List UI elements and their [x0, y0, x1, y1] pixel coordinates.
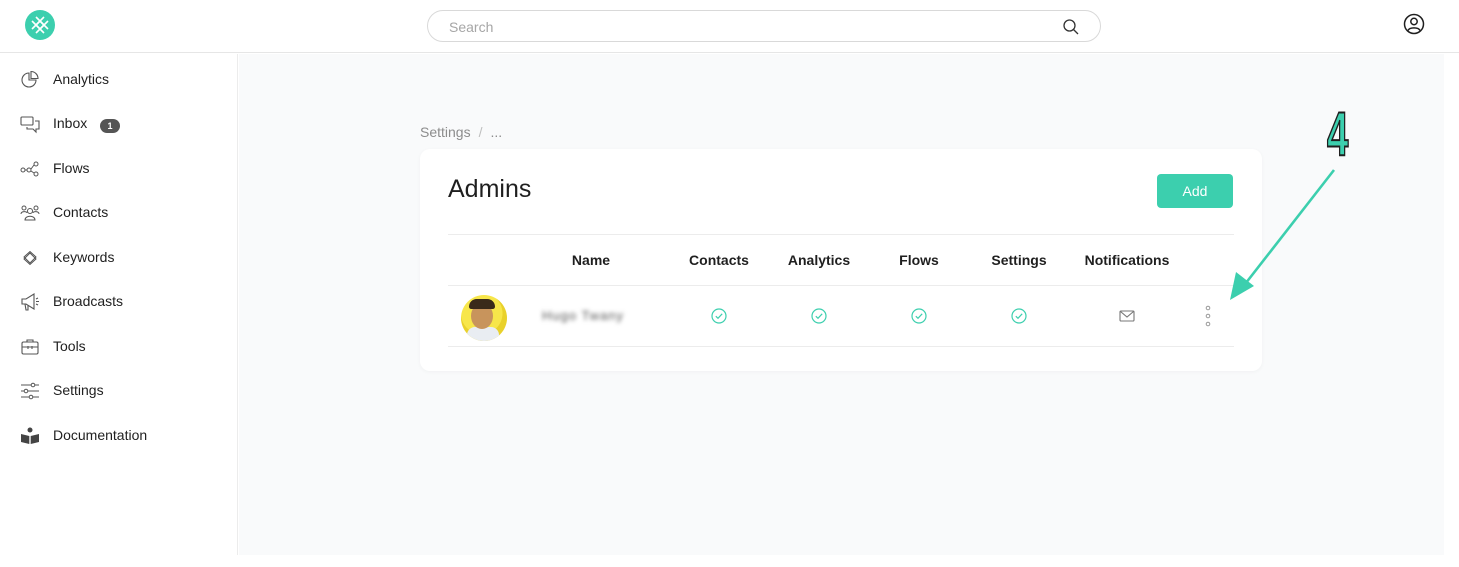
user-account-icon[interactable]: [1403, 13, 1425, 35]
sidebar-item-label: Settings: [53, 382, 104, 398]
contacts-icon: [20, 205, 40, 221]
sidebar: Analytics Inbox 1 Flows Contacts Keyword…: [0, 54, 238, 555]
table-row: Hugo Twany: [448, 286, 1234, 347]
column-header-contacts: Contacts: [689, 252, 749, 268]
column-header-name: Name: [571, 252, 611, 268]
column-header-flows: Flows: [899, 252, 939, 268]
breadcrumb-settings-link[interactable]: Settings: [420, 124, 471, 140]
page-title: Admins: [448, 175, 532, 203]
sidebar-item-contacts[interactable]: Contacts: [0, 193, 238, 233]
admin-name: Hugo Twany: [542, 308, 625, 323]
sidebar-item-label: Inbox: [53, 115, 88, 131]
sidebar-item-label: Broadcasts: [53, 293, 124, 309]
search-icon[interactable]: [1062, 18, 1080, 36]
admins-card: Admins Add Name Contacts Analytics Flows…: [420, 149, 1262, 371]
app-logo-icon[interactable]: [24, 9, 56, 41]
megaphone-icon: [21, 293, 39, 311]
avatar: [461, 295, 507, 341]
sidebar-item-flows[interactable]: Flows: [0, 149, 238, 189]
flows-icon: [20, 161, 39, 177]
top-header: [0, 0, 1459, 53]
book-reader-icon: [21, 427, 39, 444]
sidebar-item-label: Keywords: [53, 249, 115, 265]
envelope-icon: [1119, 310, 1135, 322]
sidebar-item-label: Analytics: [53, 71, 110, 87]
breadcrumb-current: ...: [490, 124, 503, 140]
column-header-notifications: Notifications: [1084, 252, 1170, 268]
sidebar-item-label: Flows: [53, 160, 90, 176]
inbox-count-badge: 1: [100, 119, 120, 133]
check-circle-icon: [811, 308, 827, 324]
check-circle-icon: [1011, 308, 1027, 324]
breadcrumb: Settings /...: [420, 124, 502, 140]
sidebar-item-analytics[interactable]: Analytics: [0, 60, 238, 100]
sidebar-item-label: Tools: [53, 338, 86, 354]
chat-icon: [20, 116, 40, 134]
sidebar-item-documentation[interactable]: Documentation: [0, 416, 238, 456]
sidebar-item-settings[interactable]: Settings: [0, 371, 238, 411]
sliders-icon: [21, 382, 39, 400]
table-header: Name Contacts Analytics Flows Settings N…: [448, 234, 1234, 286]
sidebar-item-broadcasts[interactable]: Broadcasts: [0, 282, 238, 322]
check-circle-icon: [711, 308, 727, 324]
annotation-step-number: 4: [1326, 100, 1349, 169]
keywords-icon: [23, 250, 37, 266]
sidebar-item-label: Documentation: [53, 427, 148, 443]
column-header-settings: Settings: [991, 252, 1047, 268]
pie-chart-icon: [21, 70, 39, 88]
column-header-analytics: Analytics: [787, 252, 851, 268]
sidebar-item-label: Contacts: [53, 204, 109, 220]
search-input[interactable]: [449, 17, 1049, 37]
search-bar: [427, 10, 1101, 42]
check-circle-icon: [911, 308, 927, 324]
annotation-arrow-icon: [1230, 169, 1336, 300]
sidebar-item-keywords[interactable]: Keywords: [0, 238, 238, 278]
sidebar-item-inbox[interactable]: Inbox 1: [0, 104, 238, 144]
breadcrumb-separator: /: [478, 124, 483, 140]
sidebar-item-tools[interactable]: Tools: [0, 327, 238, 367]
toolbox-icon: [21, 339, 39, 355]
